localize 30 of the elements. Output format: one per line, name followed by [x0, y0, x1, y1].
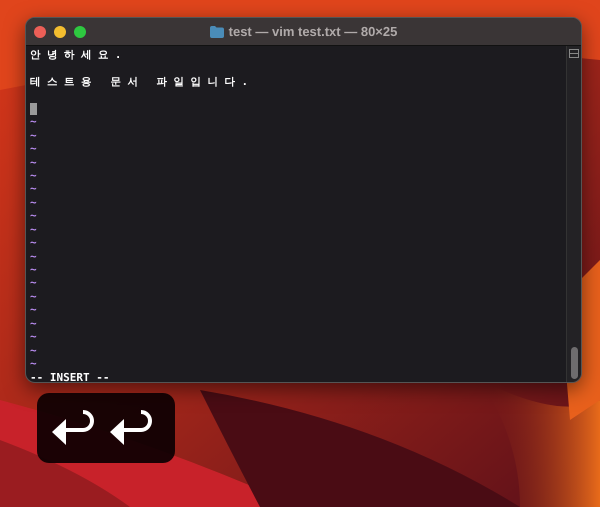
empty-line-marker: ~ — [30, 290, 37, 303]
empty-line-marker: ~ — [30, 209, 37, 222]
empty-line-marker: ~ — [30, 276, 37, 290]
close-button[interactable] — [34, 26, 46, 38]
window-title: test — vim test.txt — 80×25 — [228, 24, 398, 39]
empty-line-marker: ~ — [30, 156, 37, 168]
empty-line-marker: ~ — [30, 115, 37, 128]
empty-line-marker: ~ — [30, 316, 37, 330]
split-pane-icon[interactable] — [569, 49, 579, 58]
empty-line-marker: ~ — [30, 236, 37, 250]
scrollbar-thumb[interactable] — [570, 347, 578, 379]
text-cursor — [30, 102, 37, 115]
empty-line-marker: ~ — [30, 196, 37, 209]
folder-icon — [210, 26, 224, 38]
empty-line-marker: ~ — [30, 222, 37, 236]
empty-line-marker: ~ — [30, 263, 37, 276]
empty-line-marker: ~ — [30, 168, 37, 182]
empty-line-marker: ~ — [30, 182, 37, 196]
empty-line-marker: ~ — [30, 330, 37, 344]
mode-indicator: -- INSERT -- — [30, 370, 110, 382]
empty-line-marker: ~ — [30, 344, 37, 357]
empty-line-marker: ~ — [30, 128, 37, 142]
zoom-button[interactable] — [74, 26, 86, 38]
empty-line-marker: ~ — [30, 357, 37, 370]
minimize-button[interactable] — [54, 26, 66, 38]
text-line: 테스트용 문서 파일입니다. — [30, 76, 254, 88]
text-line: 안녕하세요. — [30, 49, 128, 61]
empty-line-marker: ~ — [30, 142, 37, 156]
empty-line-marker: ~ — [30, 250, 37, 263]
empty-line-marker: ~ — [30, 303, 37, 316]
